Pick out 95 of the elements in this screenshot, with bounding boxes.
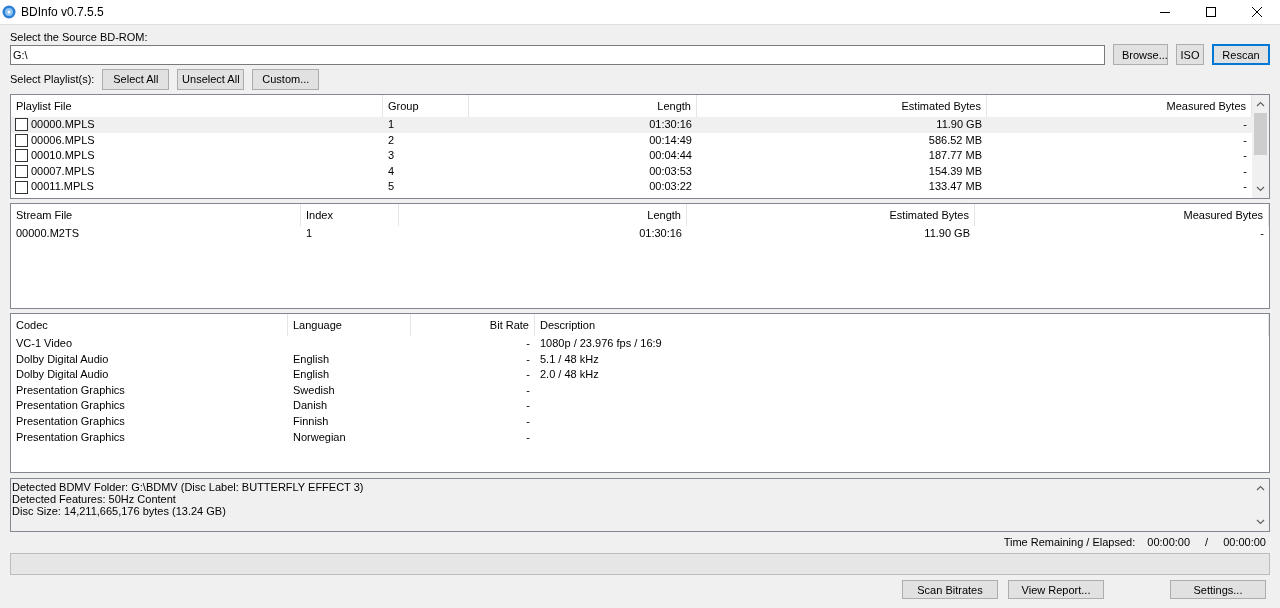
window-title: BDInfo v0.7.5.5: [21, 5, 105, 19]
table-cell: 1: [388, 118, 395, 130]
table-cell: English: [293, 368, 330, 381]
table-cell: -: [526, 352, 530, 365]
rescan-button[interactable]: Rescan: [1212, 44, 1270, 65]
time-remaining: 00:00:00: [1147, 535, 1191, 549]
table-cell: -: [1243, 149, 1247, 162]
table-cell[interactable]: 00010.MPLS: [31, 148, 95, 164]
settings-button[interactable]: Settings...: [1170, 580, 1266, 599]
column-header[interactable]: Length: [399, 204, 687, 226]
time-label: Time Remaining / Elapsed:: [1003, 535, 1136, 549]
table-cell[interactable]: 00000.MPLS: [31, 117, 95, 133]
table-cell: Presentation Graphics: [16, 414, 125, 427]
table-cell: 5.1 / 48 kHz: [540, 352, 599, 365]
table-cell: Presentation Graphics: [16, 383, 125, 396]
browse-button[interactable]: Browse...: [1113, 44, 1168, 65]
table-cell: -: [526, 414, 530, 427]
table-cell: 5: [388, 180, 395, 193]
column-header[interactable]: Stream File: [11, 204, 301, 226]
table-cell: Danish: [293, 399, 328, 412]
table-cell: VC-1 Video: [16, 337, 73, 349]
column-header[interactable]: Index: [301, 204, 399, 226]
table-cell: 1080p / 23.976 fps / 16:9: [540, 337, 662, 349]
scan-bitrates-button[interactable]: Scan Bitrates: [902, 580, 998, 599]
column-header[interactable]: Codec: [11, 314, 288, 336]
table-cell: 01:30:16: [649, 118, 692, 130]
table-cell: 3: [388, 149, 395, 162]
table-cell: -: [1243, 133, 1247, 146]
table-cell: -: [526, 430, 530, 443]
column-header[interactable]: Estimated Bytes: [687, 204, 975, 226]
table-cell: 11.90 GB: [936, 118, 982, 130]
table-cell: -: [1243, 118, 1247, 130]
table-cell: -: [526, 399, 530, 412]
table-cell[interactable]: 00007.MPLS: [31, 163, 95, 180]
scroll-up-icon[interactable]: [1256, 485, 1265, 491]
table-cell: Finnish: [293, 414, 329, 427]
info-line: Detected Features: 50Hz Content: [12, 493, 177, 505]
table-cell: 1: [306, 227, 313, 239]
table-cell: 01:30:16: [639, 227, 682, 239]
table-cell: Norwegian: [293, 430, 346, 443]
info-line: Detected BDMV Folder: G:\BDMV (Disc Label: BUTTERFLY EFFECT 3): [12, 481, 365, 493]
table-cell: Presentation Graphics: [16, 399, 125, 412]
table-cell: Dolby Digital Audio: [16, 368, 109, 381]
column-header[interactable]: Measured Bytes: [975, 204, 1269, 226]
table-cell: 586.52 MB: [928, 133, 982, 146]
table-cell: 00:04:44: [649, 149, 692, 162]
view-report-button[interactable]: View Report...: [1008, 580, 1104, 599]
table-cell: 133.47 MB: [928, 180, 982, 193]
column-header[interactable]: Language: [288, 314, 411, 336]
maximize-icon[interactable]: [1206, 7, 1216, 17]
table-cell: -: [1260, 227, 1264, 239]
table-cell: 2.0 / 48 kHz: [540, 368, 599, 381]
scroll-up-icon[interactable]: [1256, 101, 1265, 107]
table-cell: 11.90 GB: [924, 227, 970, 239]
custom-button[interactable]: Custom...: [252, 68, 320, 90]
table-cell: 00000.M2TS: [16, 227, 79, 239]
source-path-field[interactable]: G:\: [10, 44, 1105, 65]
playlist-label: Select Playlist(s):: [10, 73, 95, 85]
table-cell: 154.39 MB: [928, 164, 982, 177]
table-cell[interactable]: 00011.MPLS: [31, 179, 94, 195]
scrollbar[interactable]: [1252, 95, 1269, 198]
column-header[interactable]: Description: [535, 314, 1269, 336]
table-cell: 2: [388, 133, 395, 146]
table-cell: -: [526, 383, 530, 396]
table-cell: -: [526, 368, 530, 381]
table-cell: 4: [388, 164, 395, 177]
checkbox[interactable]: [15, 180, 28, 194]
table-cell: English: [293, 352, 330, 365]
table-cell: -: [1243, 164, 1247, 177]
time-elapsed: 00:00:00: [1223, 535, 1266, 549]
table-cell[interactable]: 00006.MPLS: [31, 132, 95, 149]
time-separator: /: [1204, 535, 1210, 549]
table-cell: Dolby Digital Audio: [16, 352, 109, 365]
scroll-down-icon[interactable]: [1256, 519, 1265, 525]
table-cell: Presentation Graphics: [16, 430, 125, 443]
column-header[interactable]: Bit Rate: [411, 314, 535, 336]
checkbox[interactable]: [15, 133, 28, 147]
scrollbar-thumb[interactable]: [1254, 113, 1267, 155]
scroll-down-icon[interactable]: [1256, 186, 1265, 192]
checkbox[interactable]: [15, 165, 28, 179]
checkbox[interactable]: [15, 149, 28, 163]
table-cell: 187.77 MB: [928, 149, 982, 162]
source-label: Select the Source BD-ROM:: [10, 31, 149, 43]
table-cell: 00:03:22: [649, 180, 692, 193]
checkbox[interactable]: [15, 118, 28, 132]
unselect-all-button[interactable]: Unselect All: [177, 68, 245, 90]
select-all-button[interactable]: Select All: [102, 68, 170, 90]
table-cell: Swedish: [293, 383, 335, 396]
table-cell: 00:03:53: [649, 164, 692, 177]
table-cell: -: [526, 337, 530, 349]
table-cell: 00:14:49: [649, 133, 692, 146]
info-line: Disc Size: 14,211,665,176 bytes (13.24 GB): [12, 505, 227, 517]
table-cell: -: [1243, 180, 1247, 193]
iso-button[interactable]: ISO: [1176, 44, 1204, 65]
close-icon[interactable]: [1252, 7, 1262, 17]
